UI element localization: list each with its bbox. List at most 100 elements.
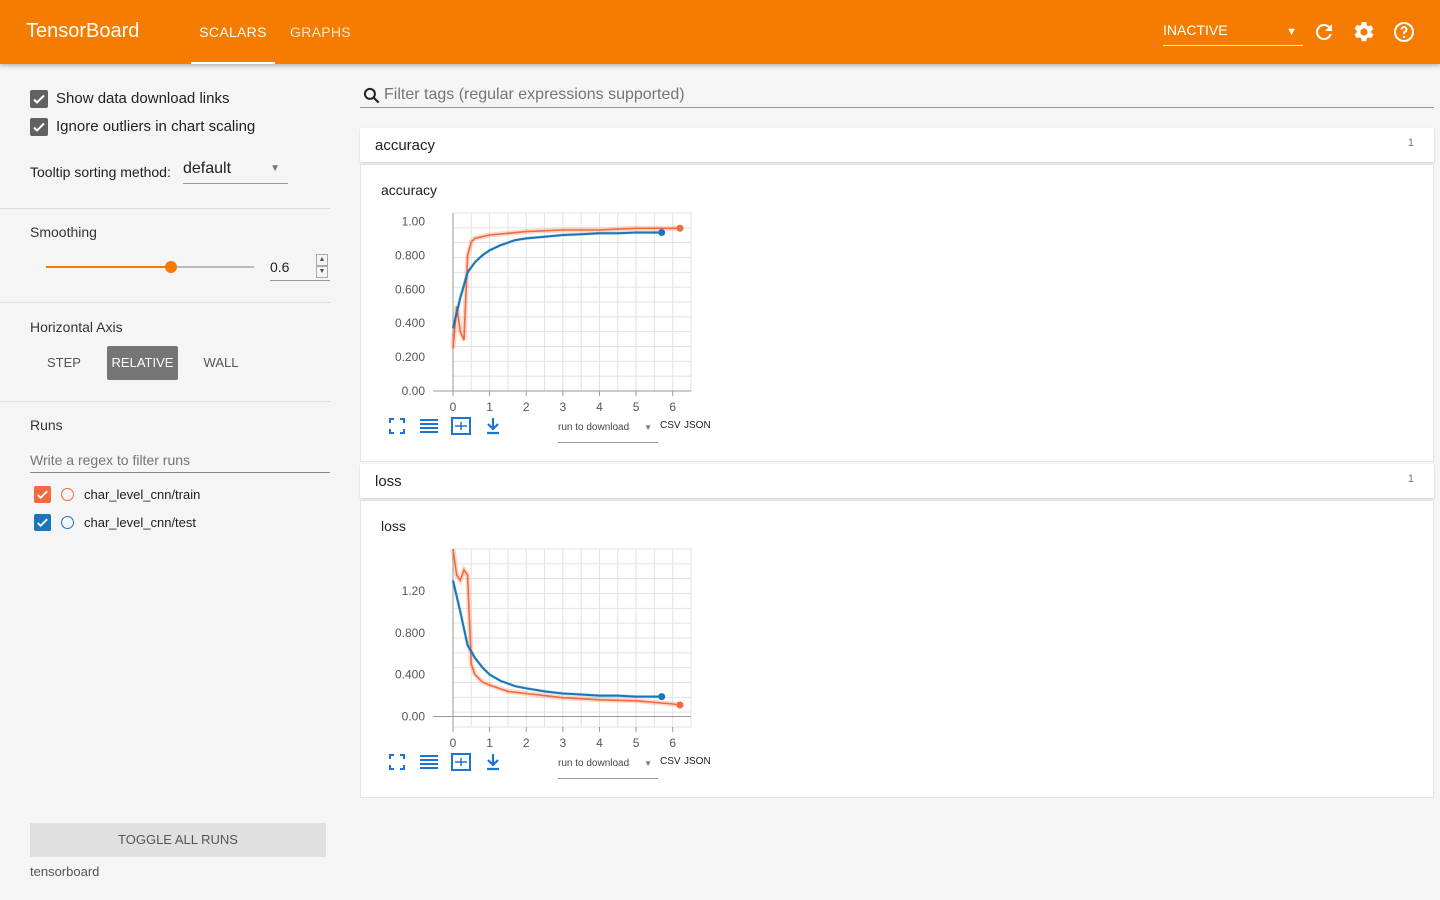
smoothing-value-input[interactable]: 0.6 ▲ ▼: [270, 254, 330, 281]
run-download-select[interactable]: run to download ▼: [558, 422, 658, 443]
y-tick-label: 0.200: [395, 350, 425, 364]
x-tick-label: 4: [596, 400, 603, 414]
series-raw-line: [450, 225, 680, 349]
tag-filter[interactable]: [360, 84, 1434, 108]
series-raw-line: [450, 548, 681, 708]
smoothing-value: 0.6: [270, 259, 290, 275]
download-links-checkbox[interactable]: [30, 90, 48, 108]
series-line: [452, 231, 662, 329]
fullscreen-icon[interactable]: [389, 754, 405, 770]
smoothing-slider-thumb[interactable]: [165, 261, 177, 273]
axis-step-button[interactable]: STEP: [38, 346, 90, 380]
chart-title: loss: [381, 518, 406, 534]
y-tick-label: 0.800: [395, 248, 425, 262]
status-select-value: INACTIVE: [1163, 22, 1228, 38]
x-tick-label: 4: [596, 736, 603, 750]
search-icon: [363, 87, 380, 104]
status-select[interactable]: INACTIVE ▼: [1163, 22, 1303, 46]
x-tick-label: 1: [486, 400, 493, 414]
sidebar: Show data download links Ignore outliers…: [0, 64, 360, 900]
y-tick-label: 0.600: [395, 282, 425, 296]
x-tick-label: 0: [450, 400, 457, 414]
category-header-accuracy[interactable]: accuracy 1: [360, 128, 1434, 162]
x-tick-label: 5: [633, 400, 640, 414]
accuracy-chart[interactable]: 0 1 2 3 4 5 6 0.00 0.200 0.400 0.600 0.800 1.00: [381, 205, 721, 415]
run-train-color-icon[interactable]: [61, 488, 74, 501]
footer-label: tensorboard: [30, 864, 100, 879]
app-title: TensorBoard: [26, 20, 140, 42]
y-tick-label: 0.400: [395, 668, 425, 682]
tooltip-sorting-label: Tooltip sorting method:: [30, 164, 171, 180]
run-train-label: char_level_cnn/train: [84, 487, 201, 502]
chart-card-accuracy: accuracy 0 1 2 3 4 5 6 0.00 0.200 0.400 0.600 0.800…: [360, 164, 1434, 462]
toggle-all-runs-button[interactable]: TOGGLE ALL RUNS: [30, 823, 326, 857]
chevron-down-icon: ▼: [644, 759, 652, 768]
download-links-label: Show data download links: [56, 90, 230, 107]
chevron-down-icon: ▼: [270, 163, 280, 174]
help-icon[interactable]: [1392, 20, 1416, 44]
refresh-icon[interactable]: [1312, 20, 1336, 44]
run-test-checkbox[interactable]: [34, 514, 51, 531]
divider: [0, 208, 330, 209]
fit-domain-icon[interactable]: [451, 753, 471, 771]
csv-link[interactable]: CSV: [660, 420, 681, 431]
run-download-select[interactable]: run to download ▼: [558, 758, 658, 779]
series-raw-line: [451, 231, 662, 329]
tooltip-sorting-value: default: [183, 160, 232, 177]
runs-label: Runs: [30, 417, 63, 433]
series-end-point: [658, 228, 666, 236]
download-icon[interactable]: [485, 753, 501, 771]
tooltip-sorting-select[interactable]: default ▼: [183, 160, 288, 184]
category-title: accuracy: [375, 137, 436, 154]
runs-filter-input[interactable]: [30, 448, 330, 473]
x-tick-label: 0: [450, 736, 457, 750]
data-selection-icon[interactable]: [419, 754, 439, 770]
x-tick-label: 2: [523, 400, 530, 414]
y-tick-label: 1.00: [402, 214, 426, 228]
json-link[interactable]: JSON: [684, 756, 711, 767]
run-download-value: run to download: [558, 422, 630, 433]
category-count: 1: [1407, 473, 1414, 485]
axis-relative-button[interactable]: RELATIVE: [107, 346, 178, 380]
series-end-point: [676, 224, 684, 232]
chart-card-loss: loss 0 1 2 3 4 5 6 0.00 0.400 0.800 1.20 run to do…: [360, 500, 1434, 798]
x-tick-label: 3: [560, 400, 567, 414]
x-tick-label: 5: [633, 736, 640, 750]
ignore-outliers-checkbox[interactable]: [30, 118, 48, 136]
fullscreen-icon[interactable]: [389, 418, 405, 434]
ignore-outliers-label: Ignore outliers in chart scaling: [56, 118, 256, 135]
chevron-down-icon: ▼: [1286, 26, 1297, 38]
csv-link[interactable]: CSV: [660, 756, 681, 767]
series-line: [452, 227, 680, 349]
main-panel: accuracy 1 accuracy 0 1 2 3 4 5 6 0.00 0.200 0.40…: [360, 64, 1440, 900]
settings-icon[interactable]: [1352, 20, 1376, 44]
run-test-color-icon[interactable]: [61, 516, 74, 529]
x-tick-label: 1: [486, 736, 493, 750]
x-tick-label: 3: [560, 736, 567, 750]
fit-domain-icon[interactable]: [451, 417, 471, 435]
run-train-checkbox[interactable]: [34, 486, 51, 503]
x-tick-label: 6: [669, 400, 676, 414]
axis-wall-button[interactable]: WALL: [194, 346, 248, 380]
smoothing-slider-fill: [46, 266, 171, 268]
y-tick-label: 1.20: [402, 584, 426, 598]
json-link[interactable]: JSON: [684, 420, 711, 431]
category-header-loss[interactable]: loss 1: [360, 464, 1434, 498]
tab-scalars[interactable]: SCALARS: [191, 0, 275, 64]
divider: [0, 302, 330, 303]
smoothing-slider-track[interactable]: [46, 261, 254, 273]
loss-chart[interactable]: 0 1 2 3 4 5 6 0.00 0.400 0.800 1.20: [381, 541, 721, 751]
x-tick-label: 6: [669, 736, 676, 750]
y-tick-label: 0.800: [395, 626, 425, 640]
y-tick-label: 0.00: [402, 384, 426, 398]
tag-filter-input[interactable]: [384, 84, 1424, 106]
spinner-up-icon[interactable]: ▲: [316, 254, 328, 266]
spinner-down-icon[interactable]: ▼: [316, 266, 328, 278]
y-tick-label: 0.400: [395, 316, 425, 330]
y-tick-label: 0.00: [402, 710, 426, 724]
run-download-value: run to download: [558, 758, 630, 769]
top-app-bar: TensorBoard SCALARS GRAPHS INACTIVE ▼: [0, 0, 1440, 64]
data-selection-icon[interactable]: [419, 418, 439, 434]
download-icon[interactable]: [485, 417, 501, 435]
tab-graphs[interactable]: GRAPHS: [290, 0, 351, 64]
